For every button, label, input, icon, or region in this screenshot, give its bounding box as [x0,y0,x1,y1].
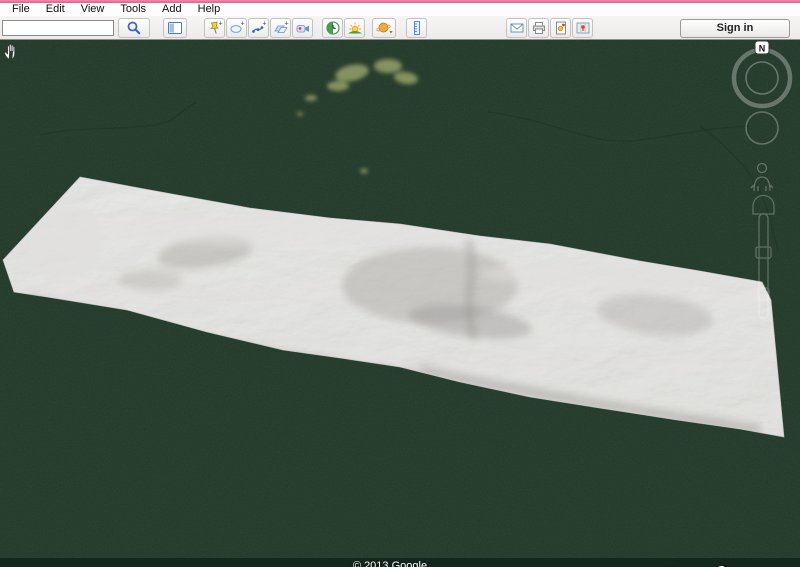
sign-in-button[interactable]: Sign in [680,19,790,38]
historical-imagery-button[interactable] [322,18,343,38]
toolbar: + + + + [0,16,800,40]
planets-button[interactable] [372,18,396,38]
horizon-dark-band [0,558,800,567]
menu-edit[interactable]: Edit [38,3,73,16]
add-image-overlay-button[interactable]: + [270,18,291,38]
menu-view[interactable]: View [73,3,113,16]
menu-add[interactable]: Add [154,3,190,16]
sun-icon [347,20,363,36]
menu-file[interactable]: File [4,3,38,16]
save-image-icon [553,20,569,36]
polygon-icon: + [229,20,245,36]
pushpin-icon: + [207,20,223,36]
sidebar-panel-icon [167,20,183,36]
camcorder-icon [295,20,311,36]
map-viewport[interactable]: N © 2013 Google © 2013 Cnes/Spot Image G… [0,40,800,567]
save-image-button[interactable] [550,18,571,38]
print-button[interactable] [528,18,549,38]
svg-text:+: + [240,21,244,28]
svg-text:+: + [218,21,222,28]
record-tour-button[interactable] [292,18,313,38]
sunlight-button[interactable] [344,18,365,38]
svg-text:+: + [284,21,288,28]
google-earth-window: File Edit View Tools Add Help + [0,0,800,567]
svg-text:+: + [262,21,266,28]
email-button[interactable] [506,18,527,38]
view-in-google-maps-button[interactable] [572,18,593,38]
menu-help[interactable]: Help [190,3,229,16]
ruler-button[interactable] [406,18,427,38]
svg-text:N: N [759,44,766,54]
path-icon: + [251,20,267,36]
add-path-button[interactable]: + [248,18,269,38]
sidebar-toggle-button[interactable] [163,18,187,38]
saturn-icon [375,20,394,36]
add-placemark-button[interactable]: + [204,18,225,38]
add-polygon-button[interactable]: + [226,18,247,38]
map-icon [575,20,591,36]
search-icon [126,20,142,36]
envelope-icon [509,20,525,36]
menu-bar: File Edit View Tools Add Help [0,3,800,16]
search-button[interactable] [118,18,150,38]
search-input[interactable] [2,20,114,36]
menu-tools[interactable]: Tools [112,3,154,16]
ruler-icon [409,20,425,36]
image-overlay-icon: + [273,20,289,36]
clock-icon [325,20,341,36]
compass-north-badge[interactable]: N [755,41,769,54]
printer-icon [531,20,547,36]
